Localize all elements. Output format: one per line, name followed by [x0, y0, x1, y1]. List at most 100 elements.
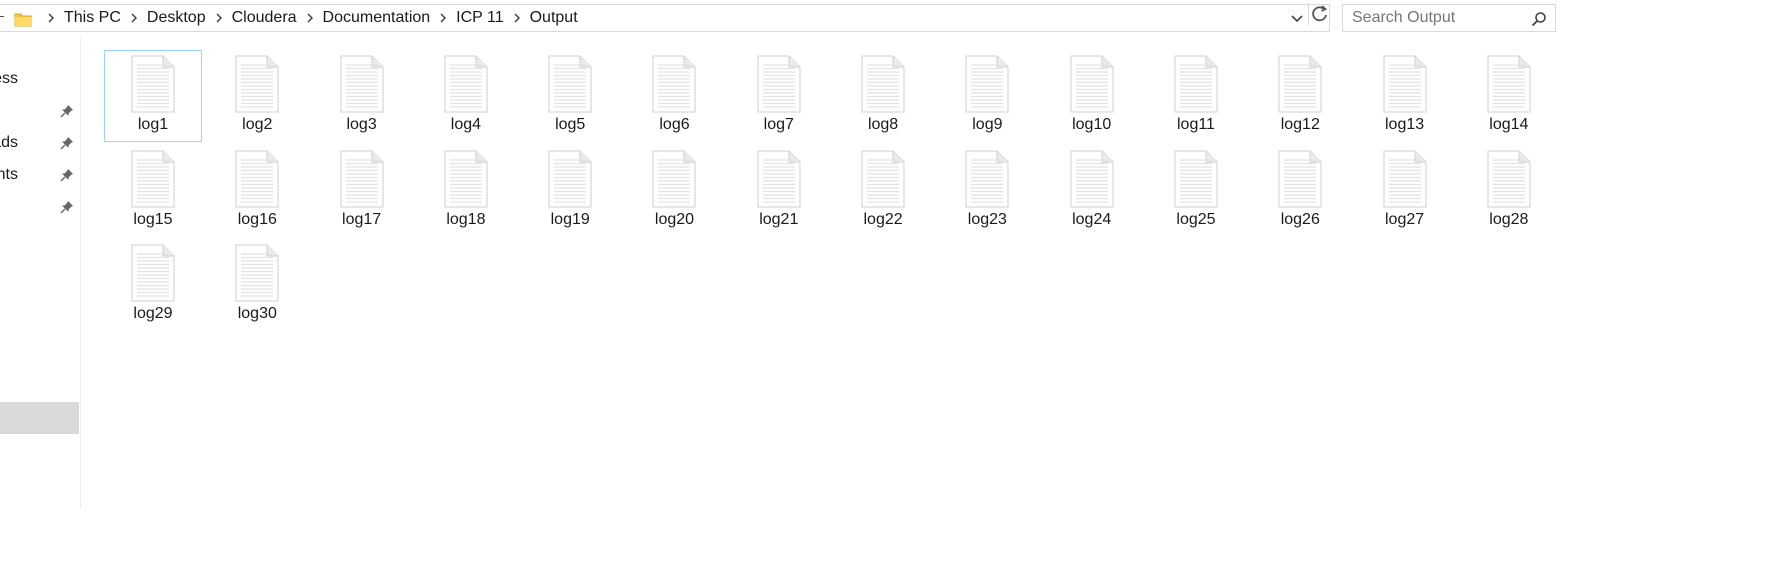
address-bar[interactable]: This PC Desktop Cloudera Documentation ICP 1… [0, 4, 1330, 32]
file-item[interactable]: log18 [417, 145, 515, 237]
pin-icon[interactable] [60, 136, 74, 150]
file-item[interactable]: log20 [625, 145, 723, 237]
file-name: log29 [133, 305, 173, 322]
file-item[interactable]: log1 [104, 50, 202, 142]
search-box[interactable] [1342, 4, 1556, 32]
search-icon[interactable] [1531, 11, 1547, 27]
nav-item[interactable]: ess [0, 66, 80, 92]
file-item[interactable]: log21 [730, 145, 828, 237]
file-item[interactable]: log23 [938, 145, 1036, 237]
file-item[interactable]: log8 [834, 50, 932, 142]
file-name: log16 [237, 210, 277, 228]
file-name: log2 [242, 116, 273, 133]
text-document-icon [965, 150, 1009, 208]
file-item[interactable]: log17 [313, 145, 411, 237]
file-name: log5 [555, 116, 586, 133]
text-document-icon [861, 150, 905, 208]
text-document-icon [1070, 150, 1114, 208]
file-name: log24 [1072, 210, 1112, 228]
chevron-right-icon[interactable] [40, 13, 62, 23]
file-item[interactable]: log9 [938, 50, 1036, 142]
text-document-icon [652, 150, 696, 208]
file-name: log18 [446, 210, 486, 228]
file-name: log22 [863, 210, 903, 228]
text-document-icon [652, 55, 696, 113]
file-item[interactable]: log7 [730, 50, 828, 142]
folder-icon [14, 13, 32, 27]
file-item[interactable]: log12 [1251, 50, 1349, 142]
file-name: log30 [237, 305, 277, 322]
file-name: log7 [763, 116, 794, 133]
address-bar-edge [0, 16, 4, 17]
nav-selected-item[interactable] [0, 402, 79, 434]
nav-item[interactable]: nts [0, 162, 80, 188]
text-document-icon [1278, 150, 1322, 208]
file-name: log11 [1176, 116, 1215, 133]
breadcrumb-item[interactable]: Cloudera [230, 9, 299, 27]
file-item[interactable]: log26 [1251, 145, 1349, 237]
text-document-icon [548, 150, 592, 208]
file-item[interactable]: log15 [104, 145, 202, 237]
breadcrumb-item[interactable]: Output [528, 9, 580, 27]
file-item[interactable]: log19 [521, 145, 619, 237]
file-item[interactable]: log27 [1356, 145, 1454, 237]
file-name: log15 [133, 210, 173, 228]
file-list-view: log1 log2 log3 log4 log5 log6 log7 log8 log9 log1… [82, 38, 1775, 508]
chevron-right-icon[interactable] [506, 13, 528, 23]
file-item[interactable]: log5 [521, 50, 619, 142]
file-item[interactable]: log22 [834, 145, 932, 237]
chevron-right-icon[interactable] [432, 13, 454, 23]
text-document-icon [235, 150, 279, 208]
refresh-icon[interactable] [1308, 3, 1331, 25]
text-document-icon [1383, 55, 1427, 113]
file-item[interactable]: log28 [1460, 145, 1558, 237]
nav-item[interactable] [0, 98, 80, 124]
breadcrumb-item[interactable]: ICP 11 [454, 9, 505, 27]
text-document-icon [444, 55, 488, 113]
text-document-icon [1487, 55, 1531, 113]
breadcrumb-item[interactable]: Desktop [145, 9, 208, 27]
file-item[interactable]: log16 [208, 145, 306, 237]
text-document-icon [548, 55, 592, 113]
file-item[interactable]: log6 [625, 50, 723, 142]
file-item[interactable]: log3 [313, 50, 411, 142]
pin-icon[interactable] [60, 104, 74, 118]
breadcrumb-item[interactable]: This PC [62, 9, 123, 27]
breadcrumb-item[interactable]: Documentation [321, 9, 433, 27]
text-document-icon [1174, 55, 1218, 113]
file-item[interactable]: log29 [104, 239, 202, 331]
file-name: log19 [550, 210, 590, 228]
chevron-right-icon[interactable] [299, 13, 321, 23]
file-item[interactable]: log25 [1147, 145, 1245, 237]
text-document-icon [131, 150, 175, 208]
file-item[interactable]: log13 [1356, 50, 1454, 142]
file-item[interactable]: log2 [208, 50, 306, 142]
text-document-icon [340, 55, 384, 113]
chevron-right-icon[interactable] [208, 13, 230, 23]
file-name: log25 [1176, 210, 1216, 228]
file-name: log20 [654, 210, 695, 228]
nav-item[interactable]: ads [0, 130, 80, 156]
file-name: log17 [342, 210, 382, 228]
pin-icon[interactable] [60, 168, 74, 182]
file-name: log6 [659, 116, 690, 133]
chevron-right-icon[interactable] [123, 13, 145, 23]
file-item[interactable]: log10 [1043, 50, 1141, 142]
file-item[interactable]: log4 [417, 50, 515, 142]
file-item[interactable]: log24 [1043, 145, 1141, 237]
text-document-icon [131, 55, 175, 113]
search-input[interactable] [1352, 9, 1522, 27]
pin-icon[interactable] [60, 200, 74, 214]
text-document-icon [1278, 55, 1322, 113]
text-document-icon [1487, 150, 1531, 208]
chevron-down-icon[interactable] [1291, 12, 1303, 24]
file-item[interactable]: log11 [1147, 50, 1245, 142]
file-name: log4 [450, 116, 482, 133]
file-item[interactable]: log14 [1460, 50, 1558, 142]
text-document-icon [340, 150, 384, 208]
navigation-pane: ess ads nts [0, 38, 81, 508]
file-name: log1 [137, 116, 169, 133]
file-name: log21 [759, 210, 799, 228]
nav-item[interactable] [0, 194, 80, 220]
file-item[interactable]: log30 [208, 239, 306, 331]
